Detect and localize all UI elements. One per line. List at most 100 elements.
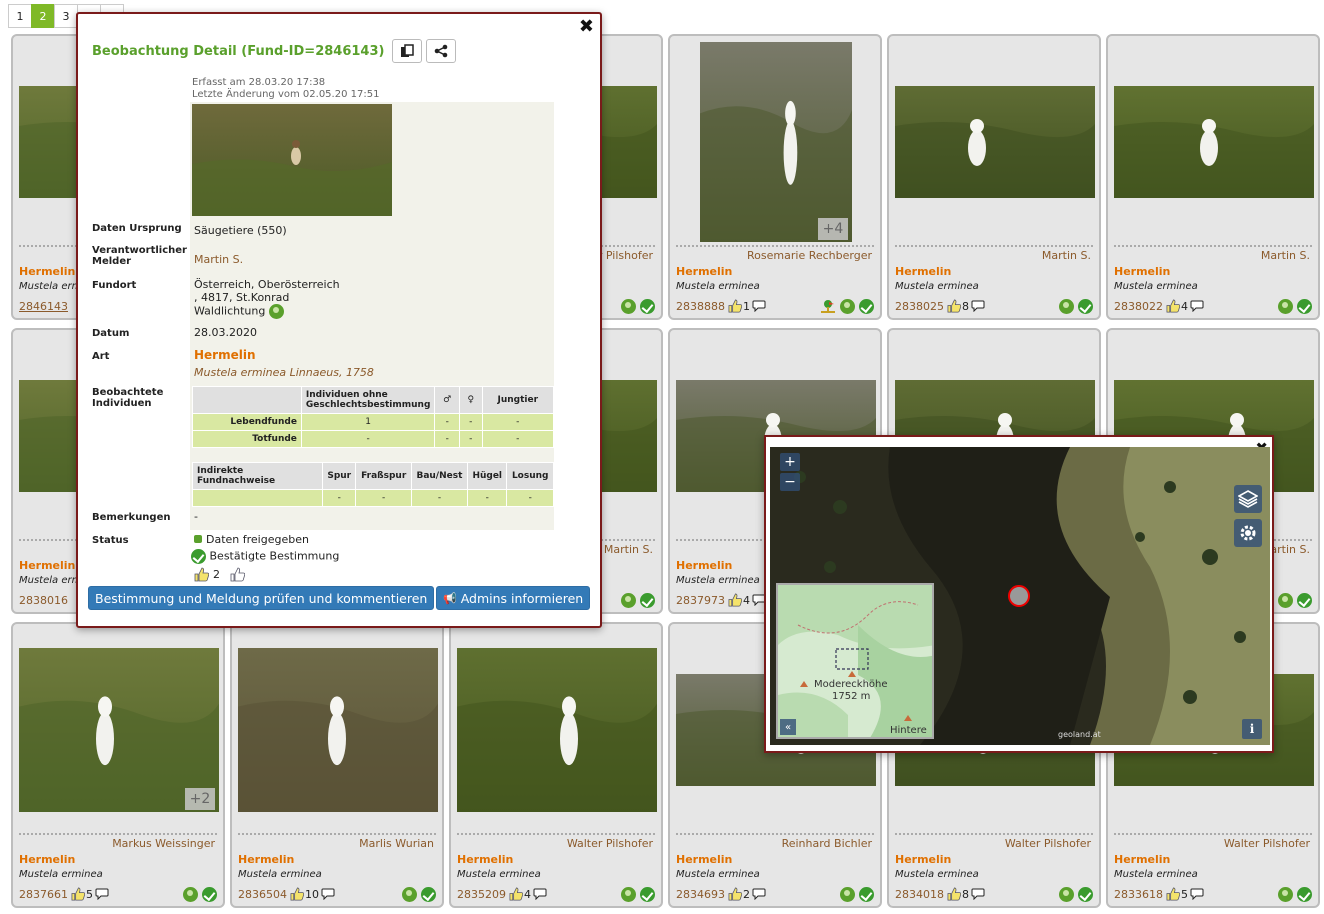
- globe-icon[interactable]: [621, 592, 636, 608]
- globe-icon[interactable]: [621, 886, 636, 902]
- globe-icon[interactable]: [840, 298, 855, 314]
- thumbs-up-icon[interactable]: [728, 299, 742, 313]
- fund-id-link[interactable]: 2838025: [895, 300, 944, 313]
- comment-icon[interactable]: [752, 300, 766, 312]
- observation-card[interactable]: Marlis Wurian Hermelin Mustela erminea 2836…: [230, 622, 444, 908]
- fund-id-link[interactable]: 2838888: [676, 300, 725, 313]
- thumbs-up-icon[interactable]: [728, 593, 742, 607]
- fund-id-link[interactable]: 2834018: [895, 888, 944, 901]
- comment-icon[interactable]: [752, 888, 766, 900]
- close-icon[interactable]: ✖: [579, 16, 594, 37]
- card-species[interactable]: Hermelin: [676, 559, 732, 572]
- globe-icon[interactable]: [621, 298, 636, 314]
- zoom-out-button[interactable]: −: [780, 473, 800, 491]
- observation-card[interactable]: Martin S. Hermelin Mustela erminea 2838025 8: [887, 34, 1101, 320]
- card-species[interactable]: Hermelin: [19, 559, 75, 572]
- fund-id-link[interactable]: 2838022: [1114, 300, 1163, 313]
- observation-photo[interactable]: [457, 648, 657, 812]
- thumbs-up-icon[interactable]: [194, 567, 209, 582]
- thumbs-up-outline-icon[interactable]: [230, 567, 245, 582]
- observation-card[interactable]: +2 Markus Weissinger Hermelin Mustela ermin…: [11, 622, 225, 908]
- card-author[interactable]: Rosemarie Rechberger: [747, 249, 872, 262]
- observation-photo[interactable]: [238, 648, 438, 812]
- card-species[interactable]: Hermelin: [238, 853, 294, 866]
- globe-icon[interactable]: [268, 304, 284, 319]
- comment-icon[interactable]: [533, 888, 547, 900]
- pruefen-button[interactable]: Bestimmung und Meldung prüfen und kommen…: [88, 586, 435, 610]
- comment-icon[interactable]: [1190, 300, 1204, 312]
- more-photos-badge[interactable]: +4: [818, 218, 848, 240]
- card-author[interactable]: Walter Pilshofer: [1224, 837, 1310, 850]
- thumbs-up-icon[interactable]: [71, 887, 85, 901]
- comment-icon[interactable]: [321, 888, 335, 900]
- globe-icon[interactable]: [1278, 298, 1293, 314]
- thumbs-up-icon[interactable]: [1166, 299, 1180, 313]
- copy-button[interactable]: [392, 39, 422, 63]
- thumbs-up-icon[interactable]: [509, 887, 523, 901]
- fund-id-link[interactable]: 2837973: [676, 594, 725, 607]
- share-button[interactable]: [426, 39, 456, 63]
- observation-card[interactable]: +4 Rosemarie Rechberger Hermelin Mustela er…: [668, 34, 882, 320]
- observation-photo[interactable]: +4: [700, 42, 852, 242]
- thumbs-up-icon[interactable]: [947, 299, 961, 313]
- globe-icon[interactable]: [1059, 298, 1074, 314]
- globe-icon[interactable]: [1278, 592, 1293, 608]
- card-author[interactable]: Reinhard Bichler: [782, 837, 872, 850]
- card-species[interactable]: Hermelin: [676, 853, 732, 866]
- map-view[interactable]: + − Modereckhöhe 1752 m Hintere « geolan…: [770, 447, 1270, 745]
- globe-icon[interactable]: [840, 886, 855, 902]
- info-button[interactable]: i: [1242, 719, 1262, 739]
- fund-id-link[interactable]: 2836504: [238, 888, 287, 901]
- card-author[interactable]: Walter Pilshofer: [567, 837, 653, 850]
- globe-icon[interactable]: [1059, 886, 1074, 902]
- admins-button[interactable]: 📢 Admins informieren: [436, 586, 591, 610]
- card-species[interactable]: Hermelin: [1114, 853, 1170, 866]
- globe-icon[interactable]: [183, 886, 198, 902]
- card-species[interactable]: Hermelin: [676, 265, 732, 278]
- card-species[interactable]: Hermelin: [19, 265, 75, 278]
- overview-collapse-button[interactable]: «: [780, 719, 796, 735]
- card-species[interactable]: Hermelin: [19, 853, 75, 866]
- comment-icon[interactable]: [1190, 888, 1204, 900]
- fund-id-link[interactable]: 2834693: [676, 888, 725, 901]
- card-author[interactable]: Markus Weissinger: [112, 837, 215, 850]
- thumbs-up-icon[interactable]: [290, 887, 304, 901]
- card-species[interactable]: Hermelin: [895, 853, 951, 866]
- page-1[interactable]: 1: [8, 4, 32, 28]
- location-marker[interactable]: [1008, 585, 1030, 607]
- more-photos-badge[interactable]: +2: [185, 788, 215, 810]
- fund-id-link[interactable]: 2833618: [1114, 888, 1163, 901]
- fund-id-link[interactable]: 2835209: [457, 888, 506, 901]
- zoom-in-button[interactable]: +: [780, 453, 800, 471]
- value-art[interactable]: Hermelin: [194, 349, 256, 362]
- card-species[interactable]: Hermelin: [895, 265, 951, 278]
- observation-photo[interactable]: +2: [19, 648, 219, 812]
- fund-id-link[interactable]: 2846143: [19, 300, 68, 313]
- observation-photo[interactable]: [895, 86, 1095, 198]
- page-3[interactable]: 3: [54, 4, 78, 28]
- thumbs-up-icon[interactable]: [1166, 887, 1180, 901]
- layers-button[interactable]: [1234, 485, 1262, 513]
- card-author[interactable]: Martin S.: [604, 543, 653, 556]
- observation-card[interactable]: Walter Pilshofer Hermelin Mustela erminea 2…: [449, 622, 663, 908]
- comment-icon[interactable]: [971, 300, 985, 312]
- page-2[interactable]: 2: [31, 4, 55, 28]
- globe-icon[interactable]: [1278, 886, 1293, 902]
- value-melder[interactable]: Martin S.: [194, 253, 243, 266]
- comment-icon[interactable]: [95, 888, 109, 900]
- observation-photo[interactable]: [1114, 86, 1314, 198]
- comment-icon[interactable]: [971, 888, 985, 900]
- observation-card[interactable]: Martin S. Hermelin Mustela erminea 2838022 4: [1106, 34, 1320, 320]
- card-author[interactable]: Martin S.: [1042, 249, 1091, 262]
- thumbs-up-icon[interactable]: [947, 887, 961, 901]
- card-author[interactable]: Marlis Wurian: [359, 837, 434, 850]
- card-author[interactable]: Walter Pilshofer: [1005, 837, 1091, 850]
- detail-photo[interactable]: [192, 104, 392, 216]
- settings-button[interactable]: [1234, 519, 1262, 547]
- overview-map[interactable]: Modereckhöhe 1752 m Hintere «: [776, 583, 934, 739]
- fund-id-link[interactable]: 2838016: [19, 594, 68, 607]
- card-species[interactable]: Hermelin: [457, 853, 513, 866]
- fund-id-link[interactable]: 2837661: [19, 888, 68, 901]
- card-species[interactable]: Hermelin: [1114, 265, 1170, 278]
- globe-icon[interactable]: [402, 886, 417, 902]
